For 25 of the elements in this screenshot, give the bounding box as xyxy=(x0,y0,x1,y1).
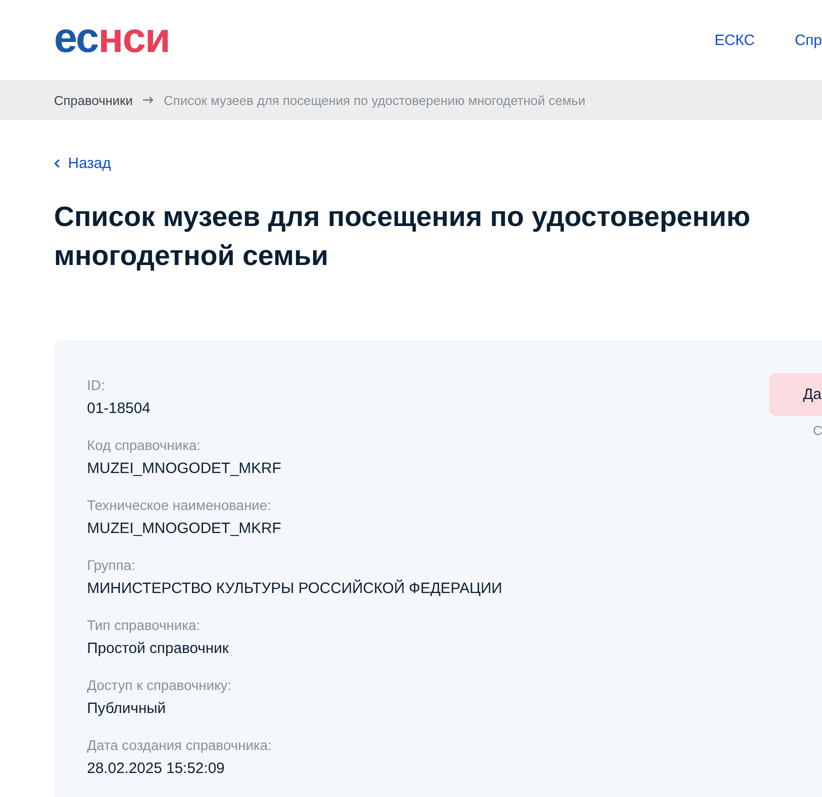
field-label: Дата создания справочника: xyxy=(87,736,272,755)
field-value: 28.02.2025 15:52:09 xyxy=(87,759,225,779)
field-value: MUZEI_MNOGODET_MKRF xyxy=(87,519,282,539)
caption-text: С xyxy=(813,422,822,440)
action-button[interactable]: Да xyxy=(769,373,822,416)
field-value: Простой справочник xyxy=(87,639,229,659)
field-label: Группа: xyxy=(87,556,136,575)
field-label: Код справочника: xyxy=(87,436,201,455)
nav-link[interactable]: Спр xyxy=(794,32,822,48)
field-label: Доступ к справочнику: xyxy=(87,676,232,695)
site-logo[interactable]: еснси xyxy=(54,17,170,63)
breadcrumb-current: Список музеев для посещения по удостоверению многодетной семьи xyxy=(164,92,586,108)
arrow-right-icon xyxy=(142,96,154,104)
field-value: Публичный xyxy=(87,699,166,719)
nav-link[interactable]: ЕСКС xyxy=(714,32,755,48)
chevron-left-icon xyxy=(54,159,60,168)
field-label: Техническое наименование: xyxy=(87,496,272,515)
field-value: 01-18504 xyxy=(87,399,150,419)
breadcrumb-link[interactable]: Справочники xyxy=(54,92,133,108)
page-title: Список музеев для посещения по удостоверению многодетной семьи xyxy=(54,200,752,273)
field-value: МИНИСТЕРСТВО КУЛЬТУРЫ РОССИЙСКОЙ ФЕДЕРАЦИИ xyxy=(87,578,502,599)
field-label: ID: xyxy=(87,376,105,395)
field-label: Тип справочника: xyxy=(87,616,200,635)
field-value: MUZEI_MNOGODET_MKRF xyxy=(87,459,282,479)
back-link[interactable]: Назад xyxy=(54,155,111,172)
